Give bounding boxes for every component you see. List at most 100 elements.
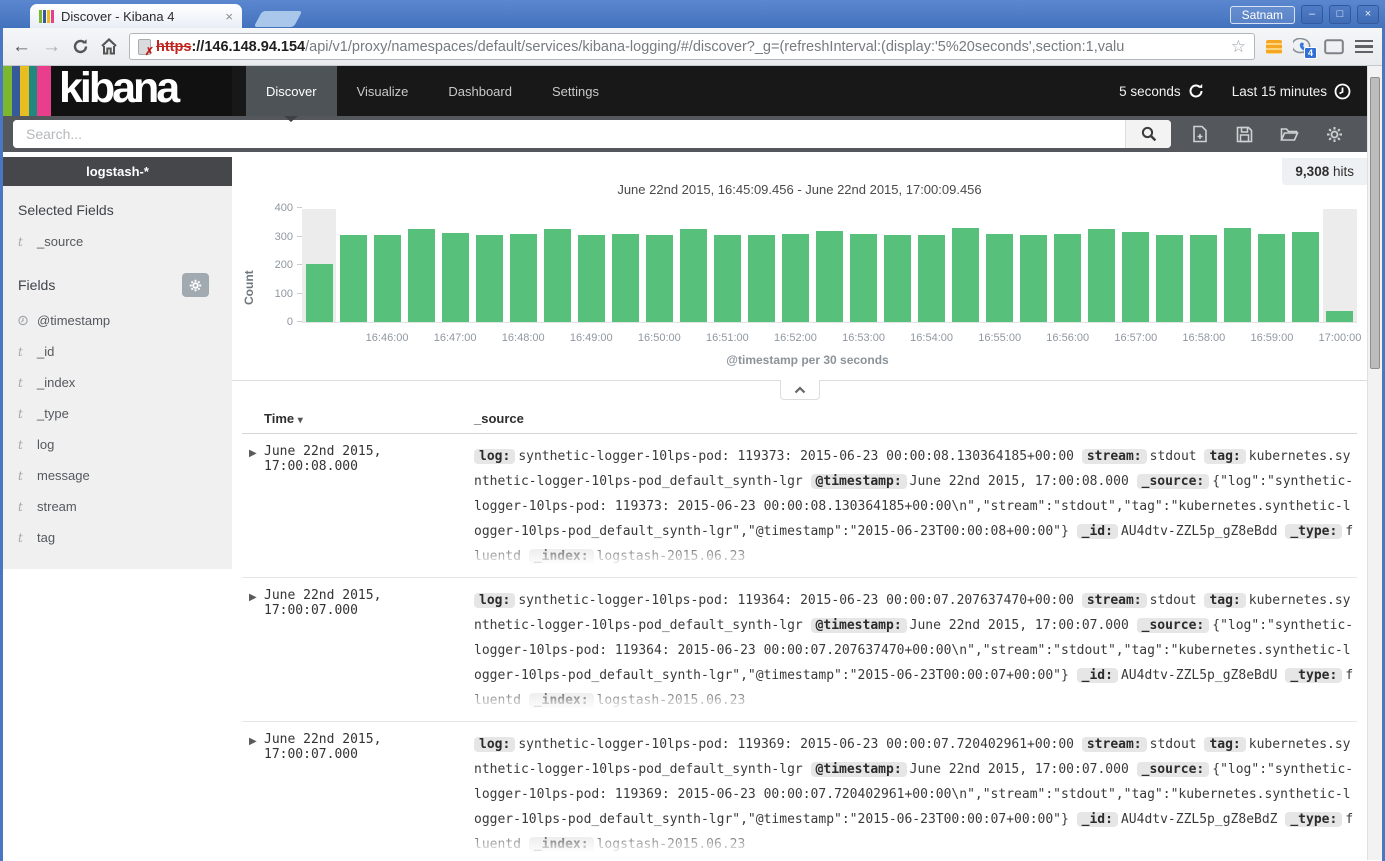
histogram-bar[interactable] <box>748 235 775 322</box>
search-button[interactable] <box>1125 120 1171 148</box>
field-item-index[interactable]: t_index <box>3 367 232 398</box>
new-tab-button[interactable] <box>254 11 303 27</box>
row-time: June 22nd 2015, 17:00:07.000 <box>264 732 474 857</box>
y-tick-mark <box>297 321 302 322</box>
save-search-button[interactable] <box>1222 125 1267 143</box>
collapse-chart-button[interactable] <box>780 380 820 400</box>
maximize-button[interactable]: □ <box>1329 5 1351 24</box>
field-settings-button[interactable] <box>182 273 209 297</box>
home-button[interactable] <box>100 38 118 55</box>
timestamp-clock-icon <box>18 315 28 326</box>
field-key-badge: _source: <box>1137 618 1210 633</box>
close-button[interactable]: × <box>1357 5 1379 24</box>
chrome-menu-icon[interactable] <box>1355 40 1373 54</box>
kibana-tab-dashboard[interactable]: Dashboard <box>428 66 532 116</box>
histogram-bar[interactable] <box>1224 228 1251 322</box>
field-item-log[interactable]: tlog <box>3 429 232 460</box>
new-search-button[interactable] <box>1177 125 1222 143</box>
expand-caret-icon[interactable]: ▶ <box>242 732 264 857</box>
histogram-bar[interactable] <box>918 235 945 322</box>
histogram-bar[interactable] <box>1258 234 1285 322</box>
extension-cast-icon[interactable] <box>1324 39 1344 55</box>
field-item-timestamp[interactable]: @timestamp <box>3 305 232 336</box>
field-item-tag[interactable]: ttag <box>3 522 232 553</box>
histogram-bar[interactable] <box>1292 232 1319 322</box>
table-row[interactable]: ▶June 22nd 2015, 17:00:07.000log:synthet… <box>242 722 1357 860</box>
histogram-bar[interactable] <box>1020 235 1047 322</box>
url-bar[interactable]: ✗ https ://146.148.94.154 /api/v1/proxy/… <box>129 33 1255 60</box>
field-item-type[interactable]: t_type <box>3 398 232 429</box>
histogram-bar[interactable] <box>306 264 333 322</box>
histogram-bar[interactable] <box>1190 235 1217 322</box>
profile-button[interactable]: Satnam <box>1230 6 1295 24</box>
insecure-page-icon[interactable]: ✗ <box>138 39 151 55</box>
histogram-bar[interactable] <box>714 235 741 322</box>
table-row[interactable]: ▶June 22nd 2015, 17:00:07.000log:synthet… <box>242 578 1357 722</box>
reload-button[interactable] <box>72 38 89 55</box>
y-tick-label: 100 <box>275 288 293 300</box>
histogram-bar[interactable] <box>544 229 571 322</box>
field-value: AU4dtv-ZZL5p_gZ8eBdZ <box>1121 812 1285 827</box>
index-pattern-header[interactable]: logstash-* <box>3 157 232 186</box>
back-button[interactable]: ← <box>12 37 31 56</box>
histogram-bar[interactable] <box>510 234 537 322</box>
bar-slot <box>1323 209 1357 322</box>
browser-tab[interactable]: Discover - Kibana 4 × <box>30 4 242 28</box>
histogram-bar[interactable] <box>952 228 979 322</box>
histogram-bar[interactable] <box>884 235 911 322</box>
bar-slot <box>710 209 744 322</box>
extension-voice-icon[interactable]: 4 <box>1293 38 1313 56</box>
field-item-message[interactable]: tmessage <box>3 460 232 491</box>
histogram-bar[interactable] <box>782 234 809 322</box>
bookmark-star-icon[interactable]: ☆ <box>1231 37 1246 57</box>
histogram-bar[interactable] <box>374 235 401 322</box>
histogram-bar[interactable] <box>1054 234 1081 322</box>
histogram-bar[interactable] <box>1326 311 1353 322</box>
minimize-button[interactable]: – <box>1301 5 1323 24</box>
kibana-tab-visualize[interactable]: Visualize <box>337 66 429 116</box>
expand-caret-icon[interactable]: ▶ <box>242 444 264 569</box>
field-key-badge: tag: <box>1204 737 1245 752</box>
histogram-bar[interactable] <box>476 235 503 322</box>
histogram-bar[interactable] <box>408 229 435 322</box>
search-group <box>13 120 1171 148</box>
extension-badge: 4 <box>1304 47 1317 59</box>
page-scrollbar[interactable] <box>1367 66 1382 860</box>
histogram-bar[interactable] <box>442 233 469 322</box>
time-column-header[interactable]: Time ▾ <box>242 411 474 426</box>
histogram-bar[interactable] <box>578 235 605 322</box>
table-row[interactable]: ▶June 22nd 2015, 17:00:08.000log:synthet… <box>242 434 1357 578</box>
histogram-bar[interactable] <box>986 234 1013 322</box>
histogram-bar[interactable] <box>850 234 877 322</box>
bar-slot <box>744 209 778 322</box>
search-input[interactable] <box>13 120 1125 148</box>
window-frame: ← → ✗ https ://146.148.94.154 /api/v1/pr… <box>0 28 1385 861</box>
string-type-icon: t <box>18 376 28 390</box>
histogram-bar[interactable] <box>816 231 843 322</box>
tab-close-icon[interactable]: × <box>225 9 233 24</box>
field-key-badge: @timestamp: <box>811 618 907 633</box>
forward-button[interactable]: → <box>42 37 61 56</box>
extension-notes-icon[interactable] <box>1266 40 1282 54</box>
y-axis-label: Count <box>242 209 258 367</box>
histogram-bar[interactable] <box>1088 229 1115 322</box>
field-item-id[interactable]: t_id <box>3 336 232 367</box>
histogram-bar[interactable] <box>646 235 673 322</box>
open-search-button[interactable] <box>1267 125 1312 143</box>
field-value: logstash-2015.06.23 <box>597 549 746 564</box>
kibana-tab-discover[interactable]: Discover <box>246 66 337 116</box>
refresh-interval-picker[interactable]: 5 seconds <box>1119 83 1204 99</box>
field-item-source[interactable]: t_source <box>3 226 232 257</box>
histogram-bar[interactable] <box>1122 232 1149 322</box>
time-range-picker[interactable]: Last 15 minutes <box>1232 83 1351 100</box>
histogram-bar[interactable] <box>612 234 639 322</box>
histogram-bar[interactable] <box>680 229 707 322</box>
expand-caret-icon[interactable]: ▶ <box>242 588 264 713</box>
field-item-stream[interactable]: tstream <box>3 491 232 522</box>
histogram-bar[interactable] <box>340 235 367 322</box>
string-type-icon: t <box>18 469 28 483</box>
scrollbar-thumb[interactable] <box>1370 77 1380 369</box>
settings-button[interactable] <box>1312 125 1357 143</box>
histogram-bar[interactable] <box>1156 235 1183 322</box>
kibana-tab-settings[interactable]: Settings <box>532 66 619 116</box>
